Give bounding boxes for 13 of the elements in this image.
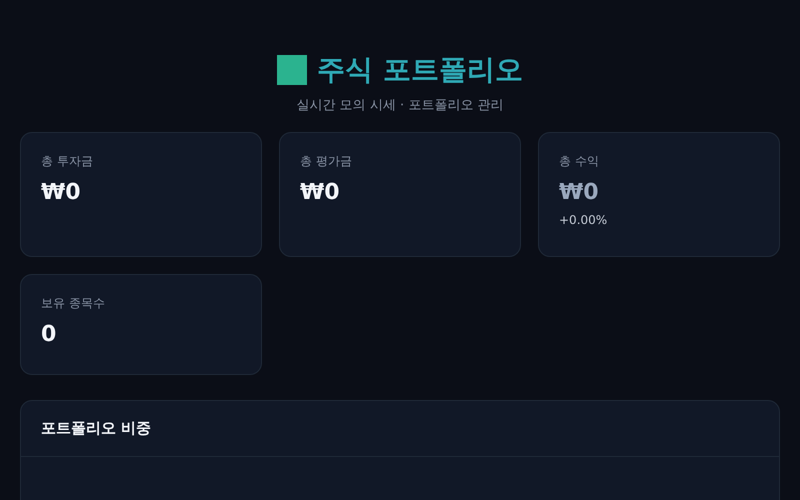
- stat-value: ₩0: [300, 180, 340, 205]
- stat-label: 보유 종목수: [41, 295, 105, 312]
- stat-label: 총 투자금: [41, 153, 93, 170]
- stat-label: 총 평가금: [300, 153, 352, 170]
- stat-value: 0: [41, 322, 56, 347]
- stat-value: ₩0: [41, 180, 81, 205]
- page-title: 주식 포트폴리오: [317, 52, 523, 88]
- stat-label: 총 수익: [559, 153, 599, 170]
- square-icon: [277, 55, 308, 85]
- stat-value: ₩0: [559, 180, 599, 205]
- stat-change: +0.00%: [559, 213, 608, 227]
- panel-title: 포트폴리오 비중: [41, 419, 152, 438]
- page-subtitle: 실시간 모의 시세 · 포트폴리오 관리: [296, 97, 504, 114]
